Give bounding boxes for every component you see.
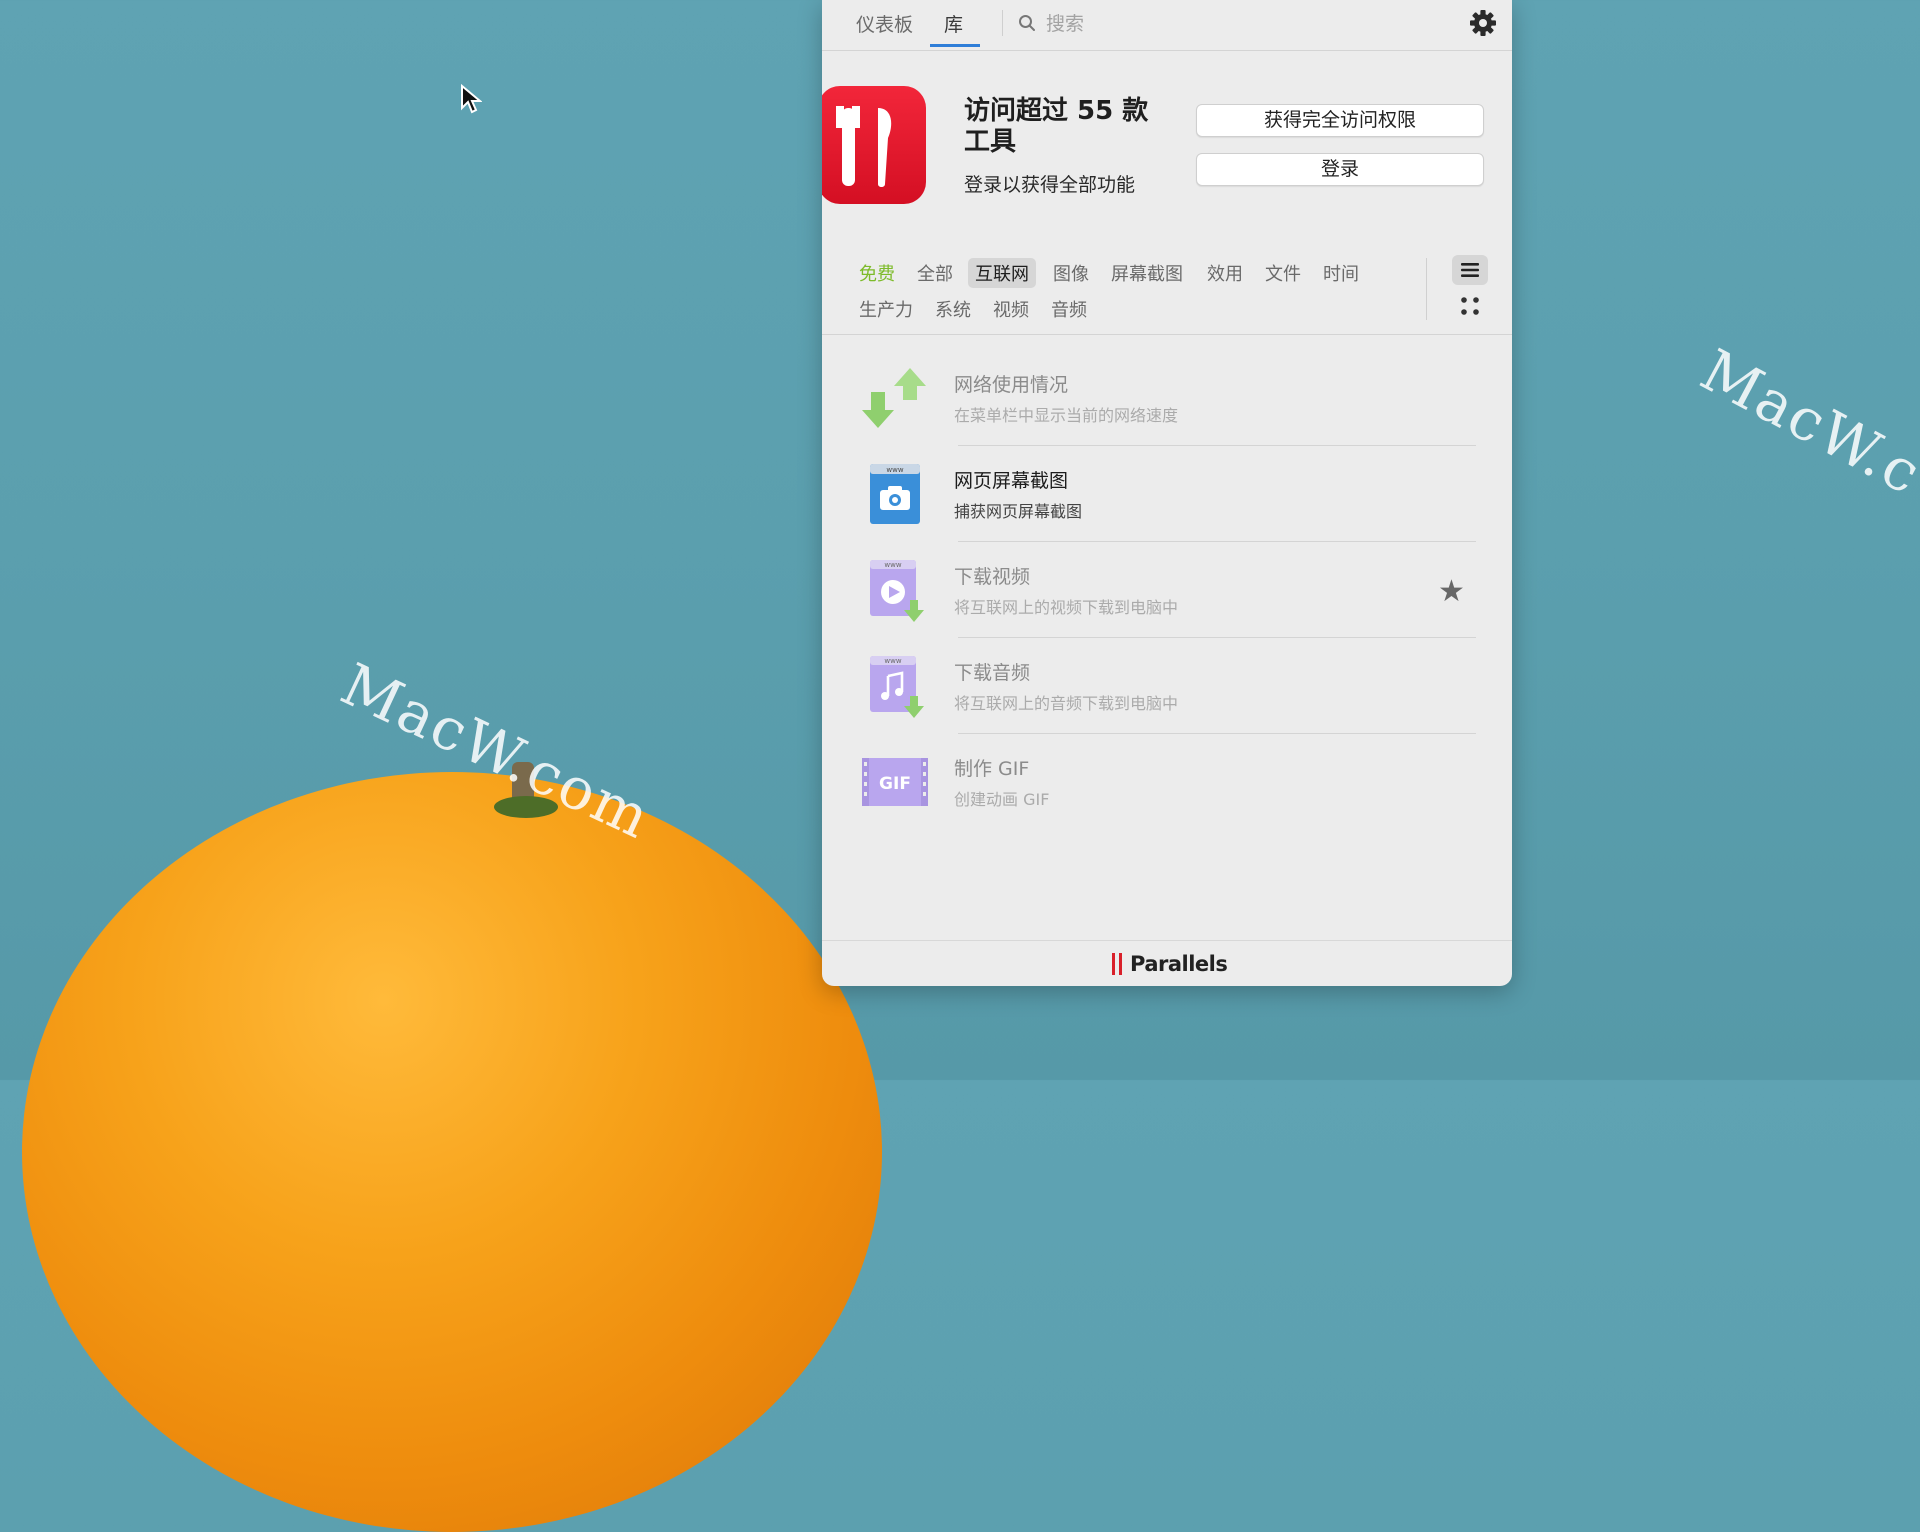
favorite-star-icon[interactable]: ★ <box>1438 574 1465 609</box>
tool-name: 下载视频 <box>954 566 1031 588</box>
tool-name: 下载音频 <box>954 662 1031 684</box>
category-free[interactable]: 免费 <box>852 258 902 288</box>
download-audio-icon: www <box>870 656 924 718</box>
promo-subtitle: 登录以获得全部功能 <box>964 174 1136 196</box>
tool-item-make-gif[interactable]: GIF 制作 GIF 创建动画 GIF <box>822 734 1512 830</box>
parallels-brand: Parallels <box>1130 952 1228 976</box>
category-system[interactable]: 系统 <box>928 294 978 324</box>
promo-title: 访问超过 55 款工具 <box>964 96 1149 157</box>
tool-item-download-audio[interactable]: www 下载音频 将互联网上的音频下载到电脑中 <box>822 638 1512 734</box>
orange-wallpaper <box>22 772 882 1532</box>
search-icon <box>1019 15 1035 31</box>
grid-view-icon[interactable] <box>1458 294 1482 318</box>
full-access-button[interactable]: 获得完全访问权限 <box>1196 104 1484 137</box>
category-utility[interactable]: 效用 <box>1200 258 1250 288</box>
gear-icon[interactable] <box>1468 8 1498 38</box>
toolbar-divider <box>1002 10 1003 36</box>
tab-dashboard[interactable]: 仪表板 <box>856 10 913 37</box>
category-screenshot[interactable]: 屏幕截图 <box>1104 258 1190 288</box>
web-screenshot-icon: www <box>870 464 920 524</box>
parallels-bars-icon <box>1112 953 1124 975</box>
category-file[interactable]: 文件 <box>1258 258 1308 288</box>
tool-description: 将互联网上的视频下载到电脑中 <box>954 598 1179 617</box>
parallels-logo[interactable]: Parallels <box>1112 951 1228 977</box>
network-arrows-icon <box>862 368 926 428</box>
login-button[interactable]: 登录 <box>1196 153 1484 186</box>
category-image[interactable]: 图像 <box>1046 258 1096 288</box>
panel-footer: Parallels <box>822 940 1512 986</box>
active-tab-indicator <box>930 44 980 47</box>
category-time[interactable]: 时间 <box>1316 258 1366 288</box>
tool-item-web-screenshot[interactable]: www 网页屏幕截图 捕获网页屏幕截图 <box>822 446 1512 542</box>
category-filter: 免费 全部 互联网 图像 屏幕截图 效用 文件 时间 生产力 系统 视频 音频 <box>822 240 1512 335</box>
download-video-icon: www <box>870 560 924 622</box>
category-audio[interactable]: 音频 <box>1044 294 1094 324</box>
list-view-button[interactable] <box>1452 255 1488 285</box>
tool-item-network-usage[interactable]: 网络使用情况 在菜单栏中显示当前的网络速度 <box>822 350 1512 446</box>
svg-text:www: www <box>884 561 901 569</box>
category-productivity[interactable]: 生产力 <box>852 294 920 324</box>
mouse-cursor-icon <box>461 84 482 114</box>
tool-item-download-video[interactable]: www 下载视频 将互联网上的视频下载到电脑中 ★ <box>822 542 1512 638</box>
watermark: MacW.c <box>1690 336 1920 509</box>
tool-description: 捕获网页屏幕截图 <box>954 502 1083 521</box>
svg-text:GIF: GIF <box>879 774 911 794</box>
toolbox-panel: 仪表板 库 搜索 访问超过 55 款工具 登录以获得全部功能 获得完全访问权限 … <box>822 0 1512 986</box>
category-all[interactable]: 全部 <box>910 258 960 288</box>
category-divider <box>1426 258 1427 320</box>
tool-name: 网页屏幕截图 <box>954 470 1069 492</box>
panel-toolbar: 仪表板 库 <box>822 0 1512 51</box>
tool-name: 制作 GIF <box>954 758 1030 780</box>
tools-icon <box>836 106 892 187</box>
tool-description: 在菜单栏中显示当前的网络速度 <box>954 406 1179 425</box>
list-icon <box>1461 263 1479 277</box>
search-input[interactable] <box>1044 8 1348 40</box>
svg-text:www: www <box>884 657 901 665</box>
toolbox-app-icon <box>822 86 926 204</box>
tab-library[interactable]: 库 <box>944 10 963 37</box>
tool-description: 创建动画 GIF <box>954 790 1050 809</box>
tool-name: 网络使用情况 <box>954 374 1069 396</box>
svg-text:www: www <box>886 466 903 474</box>
tool-description: 将互联网上的音频下载到电脑中 <box>954 694 1179 713</box>
category-internet[interactable]: 互联网 <box>968 258 1036 288</box>
make-gif-icon: GIF <box>862 758 928 806</box>
category-video[interactable]: 视频 <box>986 294 1036 324</box>
